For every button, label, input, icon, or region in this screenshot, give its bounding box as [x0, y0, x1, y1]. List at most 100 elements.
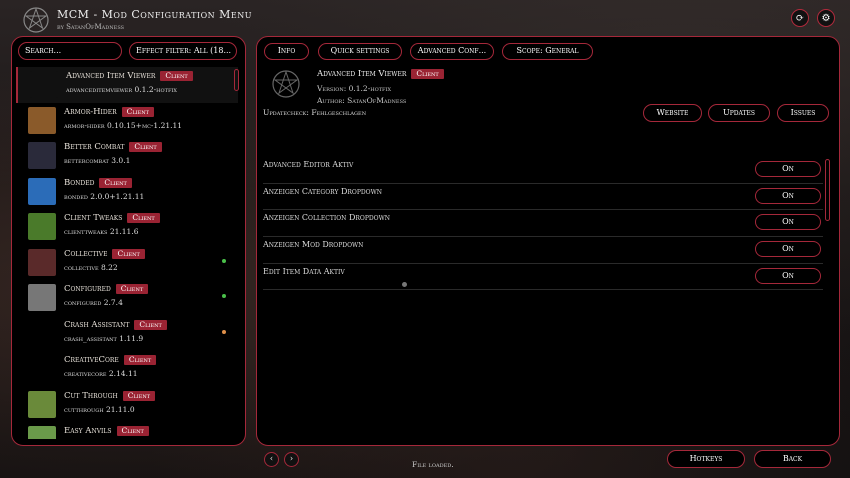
client-badge: Client [115, 284, 149, 294]
client-badge: Client [411, 69, 444, 79]
setting-label: Advanced Editor Aktiv [263, 160, 354, 169]
mod-list-item[interactable]: Cut Through Client cutthrough 21.11.0 [16, 387, 238, 423]
mod-list-item[interactable]: Collective Client collective 8.22 [16, 245, 238, 281]
creativecore-icon [28, 355, 56, 382]
mod-info-updatecheck: Updatecheck: Fehlgeschlagen [263, 108, 367, 117]
mod-list-scrollbar[interactable] [234, 69, 239, 91]
configured-icon [28, 284, 56, 311]
status-dot [222, 329, 226, 334]
tab-advanced-config[interactable]: Advanced Conf... [410, 43, 494, 60]
client-badge: Client [127, 213, 160, 223]
mod-version: clienttweaks 21.11.6 [64, 227, 139, 236]
mod-name: Cut Through Client [64, 390, 156, 401]
back-button[interactable]: Back [754, 450, 831, 468]
setting-row: Anzeigen Mod Dropdown On [263, 237, 823, 264]
updates-button[interactable]: Updates [708, 104, 770, 122]
mod-list-item[interactable]: CreativeCore Client creativecore 2.14.11 [16, 351, 238, 387]
setting-toggle[interactable]: On [755, 214, 821, 231]
setting-toggle[interactable]: On [755, 267, 821, 284]
mod-info-name: Advanced Item Viewer [317, 69, 407, 79]
mod-name: Client Tweaks Client [64, 213, 160, 223]
collective-icon [28, 248, 56, 276]
tab-info[interactable]: Info [264, 43, 309, 60]
mod-logo-icon [272, 70, 300, 98]
status-text: File loaded. [412, 460, 454, 469]
client-badge: Client [134, 319, 167, 330]
client-badge: Client [160, 71, 193, 81]
mod-title: Easy Anvils [64, 426, 112, 436]
mod-title: Collective [64, 248, 108, 259]
client-badge: Client [122, 390, 156, 401]
mod-name: Configured Client [64, 284, 149, 294]
easy-anvils-icon [28, 426, 56, 439]
mod-title: Advanced Item Viewer [66, 71, 156, 81]
settings-button[interactable]: ⚙ [817, 9, 835, 27]
app-subtitle: by SatanOfMadness [57, 23, 125, 31]
setting-row: Anzeigen Collection Dropdown On [263, 210, 823, 238]
mod-list: Advanced Item Viewer Client advanceditemvi… [16, 67, 238, 439]
mod-list-item[interactable]: Armor-Hider Client armor-hider 0.10.15+mc-… [16, 103, 238, 139]
setting-toggle[interactable]: On [755, 241, 821, 258]
mod-title: Configured [64, 284, 111, 294]
better-combat-icon [28, 142, 56, 169]
mod-list-item[interactable]: Crash Assistant Client crash_assistant 1.1… [16, 316, 238, 352]
mod-list-item[interactable]: Advanced Item Viewer Client advanceditemvi… [16, 67, 238, 103]
mod-list-item[interactable]: Configured Client configured 2.7.4 [16, 280, 238, 316]
next-page-button[interactable]: › [284, 452, 299, 467]
client-badge: Client [123, 355, 157, 365]
mod-list-item[interactable]: Client Tweaks Client clienttweaks 21.11.6 [16, 209, 238, 245]
mod-name: Bonded Client [64, 177, 132, 188]
scope-dropdown[interactable]: Scope: General [502, 43, 593, 60]
mod-list-item[interactable]: Bonded Client bonded 2.0.0+1.21.11 [16, 174, 238, 210]
mod-info-version: Version: 0.1.2-hotfix [317, 84, 392, 93]
setting-row: Advanced Editor Aktiv On [263, 157, 823, 184]
hotkeys-button[interactable]: Hotkeys [667, 450, 745, 468]
grass-block-icon [28, 213, 56, 240]
mod-name: Better Combat Client [64, 142, 162, 152]
mod-title: Armor-Hider [64, 106, 117, 117]
mcm-logo [23, 7, 49, 33]
settings-scrollbar[interactable] [825, 159, 830, 221]
setting-label: Anzeigen Collection Dropdown [263, 213, 391, 223]
effect-filter-dropdown[interactable]: Effect filter: All (18... [129, 42, 237, 60]
issues-button[interactable]: Issues [777, 104, 829, 122]
setting-label: Edit Item Data Aktiv [263, 266, 345, 276]
mod-title: Bonded [64, 177, 95, 188]
search-input[interactable]: Search... [18, 42, 122, 60]
setting-label: Anzeigen Category Dropdown [263, 186, 383, 196]
mod-info-author: Author: SatanOfMadness [317, 96, 407, 105]
gear-icon: ⚙ [821, 12, 831, 24]
client-badge: Client [99, 177, 132, 188]
setting-toggle[interactable]: On [755, 187, 821, 204]
tab-quick-settings[interactable]: Quick settings [318, 43, 402, 60]
mod-title: Crash Assistant [64, 319, 130, 330]
mod-name: Advanced Item Viewer Client [66, 71, 193, 81]
armor-icon [28, 106, 56, 134]
mod-version: bonded 2.0.0+1.21.11 [64, 191, 145, 201]
prev-page-button[interactable]: ‹ [264, 452, 279, 467]
mod-version: bettercombat 3.0.1 [64, 156, 131, 165]
mod-name: Armor-Hider Client [64, 106, 155, 117]
app-title: MCM - Mod Configuration Menu [57, 8, 252, 21]
mod-title: Client Tweaks [64, 213, 123, 223]
mod-version: armor-hider 0.10.15+mc-1.21.11 [64, 120, 183, 130]
bonded-t-icon [28, 177, 56, 205]
mouse-cursor [402, 282, 407, 287]
refresh-icon: ⟳ [795, 12, 805, 24]
mod-title: CreativeCore [64, 355, 119, 365]
setting-toggle[interactable]: On [755, 161, 821, 177]
mod-list-item[interactable]: Easy Anvils Client [16, 422, 238, 439]
mod-version: advanceditemviewer 0.1.2-hotfix [66, 85, 177, 94]
setting-row: Edit Item Data Aktiv On [263, 264, 823, 291]
mod-title: Better Combat [64, 142, 125, 152]
mod-version: crash_assistant 1.11.9 [64, 333, 144, 343]
ct-icon [28, 390, 56, 418]
website-button[interactable]: Website [643, 104, 702, 122]
mod-version: cutthrough 21.11.0 [64, 404, 135, 414]
mod-list-panel: Search... Effect filter: All (18... Adva… [11, 36, 246, 446]
mod-name: Easy Anvils Client [64, 426, 149, 436]
mod-list-item[interactable]: Better Combat Client bettercombat 3.0.1 [16, 138, 238, 174]
refresh-button[interactable]: ⟳ [791, 9, 809, 27]
mod-version: collective 8.22 [64, 262, 118, 272]
mod-version: creativecore 2.14.11 [64, 369, 138, 378]
